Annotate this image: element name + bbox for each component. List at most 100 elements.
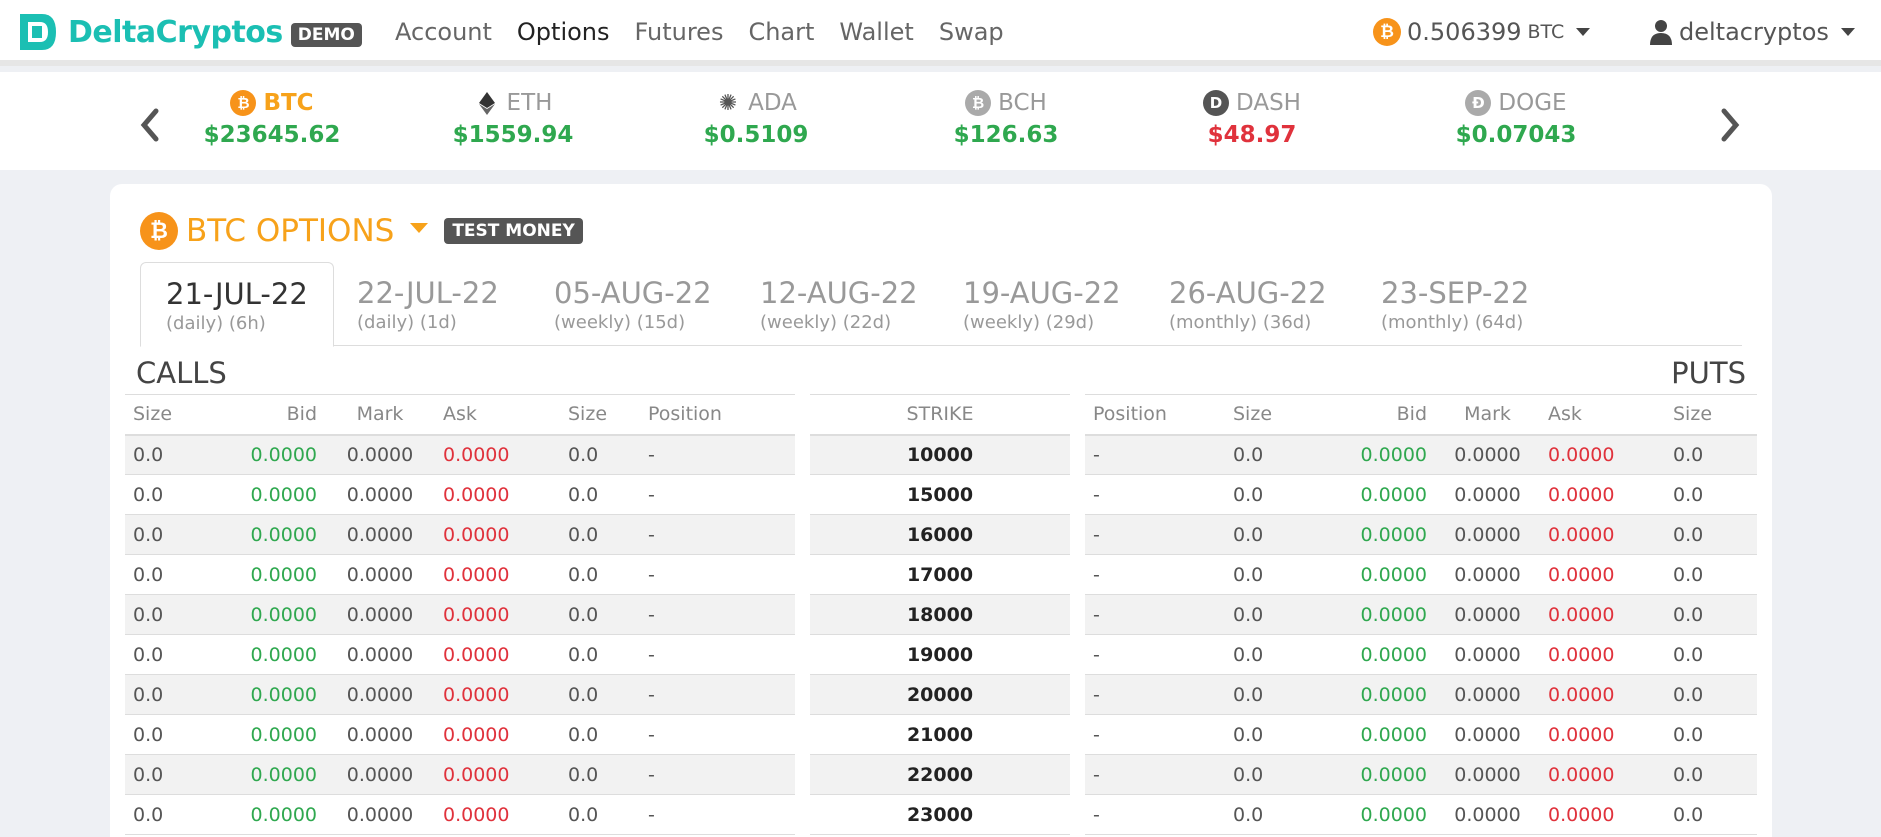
brand[interactable]: DeltaCryptos DEMO (18, 12, 362, 52)
call-bid[interactable]: 0.0000 (215, 554, 325, 595)
put-bid[interactable]: 0.0000 (1325, 794, 1435, 835)
put-ask[interactable]: 0.0000 (1540, 514, 1665, 555)
put-row[interactable]: -0.0 0.0000 0.0000 0.0000 0.0 (1085, 674, 1757, 715)
put-bid[interactable]: 0.0000 (1325, 634, 1435, 675)
call-bid[interactable]: 0.0000 (215, 714, 325, 755)
nav-wallet[interactable]: Wallet (839, 18, 913, 46)
put-ask[interactable]: 0.0000 (1540, 634, 1665, 675)
tab-expiry-19-aug-22[interactable]: 19-AUG-22 (weekly) (29d) (938, 262, 1146, 347)
call-row[interactable]: 0.0 0.0000 0.0000 0.0000 0.0- (125, 754, 795, 795)
nav-swap[interactable]: Swap (939, 18, 1004, 46)
put-bid[interactable]: 0.0000 (1325, 674, 1435, 715)
put-ask[interactable]: 0.0000 (1540, 674, 1665, 715)
tab-expiry-22-jul-22[interactable]: 22-JUL-22 (daily) (1d) (332, 262, 524, 347)
put-ask[interactable]: 0.0000 (1540, 554, 1665, 595)
put-ask[interactable]: 0.0000 (1540, 594, 1665, 635)
call-ask[interactable]: 0.0000 (435, 794, 560, 835)
ticker-item-btc[interactable]: ₿ BTC $23645.62 (202, 90, 342, 148)
call-size: 0.0 (560, 594, 640, 635)
call-bid[interactable]: 0.0000 (215, 634, 325, 675)
put-row[interactable]: -0.0 0.0000 0.0000 0.0000 0.0 (1085, 474, 1757, 515)
put-row[interactable]: -0.0 0.0000 0.0000 0.0000 0.0 (1085, 514, 1757, 555)
call-row[interactable]: 0.0 0.0000 0.0000 0.0000 0.0- (125, 434, 795, 475)
ticker-item-ada[interactable]: ✺ ADA $0.5109 (686, 90, 826, 148)
put-ask[interactable]: 0.0000 (1540, 754, 1665, 795)
balance-dropdown[interactable]: ₿ 0.506399 BTC (1373, 18, 1591, 46)
chevron-left-icon[interactable] (136, 107, 166, 143)
put-row[interactable]: -0.0 0.0000 0.0000 0.0000 0.0 (1085, 594, 1757, 635)
call-mark: 0.0000 (325, 514, 435, 555)
nav-account[interactable]: Account (395, 18, 492, 46)
call-ask[interactable]: 0.0000 (435, 674, 560, 715)
call-ask[interactable]: 0.0000 (435, 434, 560, 475)
options-title-dropdown[interactable]: ₿ BTC OPTIONS TEST MONEY (140, 212, 583, 250)
call-row[interactable]: 0.0 0.0000 0.0000 0.0000 0.0- (125, 674, 795, 715)
call-bid[interactable]: 0.0000 (215, 794, 325, 835)
put-bid[interactable]: 0.0000 (1325, 714, 1435, 755)
col-size: Size (125, 394, 215, 436)
test-money-badge: TEST MONEY (444, 218, 583, 244)
tab-expiry-12-aug-22[interactable]: 12-AUG-22 (weekly) (22d) (735, 262, 943, 347)
put-bid[interactable]: 0.0000 (1325, 514, 1435, 555)
nav-options[interactable]: Options (517, 18, 610, 46)
call-row[interactable]: 0.0 0.0000 0.0000 0.0000 0.0- (125, 514, 795, 555)
call-bid[interactable]: 0.0000 (215, 514, 325, 555)
put-row[interactable]: -0.0 0.0000 0.0000 0.0000 0.0 (1085, 554, 1757, 595)
nav-chart[interactable]: Chart (748, 18, 814, 46)
put-row[interactable]: -0.0 0.0000 0.0000 0.0000 0.0 (1085, 714, 1757, 755)
tab-expiry-05-aug-22[interactable]: 05-AUG-22 (weekly) (15d) (529, 262, 737, 347)
put-row[interactable]: -0.0 0.0000 0.0000 0.0000 0.0 (1085, 434, 1757, 475)
put-size: 0.0 (1225, 634, 1325, 675)
call-ask[interactable]: 0.0000 (435, 474, 560, 515)
call-ask[interactable]: 0.0000 (435, 594, 560, 635)
put-position: - (1085, 794, 1225, 835)
tab-expiry-26-aug-22[interactable]: 26-AUG-22 (monthly) (36d) (1144, 262, 1352, 347)
ticker-item-dash[interactable]: D DASH $48.97 (1182, 90, 1322, 148)
put-bid[interactable]: 0.0000 (1325, 594, 1435, 635)
call-ask[interactable]: 0.0000 (435, 514, 560, 555)
put-row[interactable]: -0.0 0.0000 0.0000 0.0000 0.0 (1085, 754, 1757, 795)
puts-table: Position Size Bid Mark Ask Size -0.0 0.00… (1085, 394, 1757, 835)
call-ask[interactable]: 0.0000 (435, 634, 560, 675)
put-ask[interactable]: 0.0000 (1540, 474, 1665, 515)
call-bid[interactable]: 0.0000 (215, 434, 325, 475)
call-position: - (640, 674, 795, 715)
call-bid[interactable]: 0.0000 (215, 594, 325, 635)
strike-table: STRIKE 10000 15000 16000 17000 18000 19000 200… (810, 394, 1070, 835)
put-ask[interactable]: 0.0000 (1540, 714, 1665, 755)
call-bid[interactable]: 0.0000 (215, 674, 325, 715)
call-row[interactable]: 0.0 0.0000 0.0000 0.0000 0.0- (125, 594, 795, 635)
put-ask[interactable]: 0.0000 (1540, 794, 1665, 835)
put-bid[interactable]: 0.0000 (1325, 434, 1435, 475)
call-row[interactable]: 0.0 0.0000 0.0000 0.0000 0.0- (125, 554, 795, 595)
call-ask[interactable]: 0.0000 (435, 714, 560, 755)
put-position: - (1085, 434, 1225, 475)
put-row[interactable]: -0.0 0.0000 0.0000 0.0000 0.0 (1085, 634, 1757, 675)
call-row[interactable]: 0.0 0.0000 0.0000 0.0000 0.0- (125, 474, 795, 515)
nav-futures[interactable]: Futures (635, 18, 724, 46)
put-row[interactable]: -0.0 0.0000 0.0000 0.0000 0.0 (1085, 794, 1757, 835)
call-row[interactable]: 0.0 0.0000 0.0000 0.0000 0.0- (125, 794, 795, 835)
col-ask: Ask (1540, 394, 1665, 436)
call-ask[interactable]: 0.0000 (435, 554, 560, 595)
put-bid[interactable]: 0.0000 (1325, 554, 1435, 595)
call-size: 0.0 (125, 554, 215, 595)
call-row[interactable]: 0.0 0.0000 0.0000 0.0000 0.0- (125, 714, 795, 755)
chevron-right-icon[interactable] (1714, 107, 1744, 143)
ticker-item-bch[interactable]: ₿ BCH $126.63 (936, 90, 1076, 148)
put-bid[interactable]: 0.0000 (1325, 474, 1435, 515)
put-bid[interactable]: 0.0000 (1325, 754, 1435, 795)
ticker-item-eth[interactable]: ETH $1559.94 (443, 90, 583, 148)
call-row[interactable]: 0.0 0.0000 0.0000 0.0000 0.0- (125, 634, 795, 675)
call-bid[interactable]: 0.0000 (215, 754, 325, 795)
call-bid[interactable]: 0.0000 (215, 474, 325, 515)
ticker-item-doge[interactable]: Ð DOGE $0.07043 (1446, 90, 1586, 148)
user-menu[interactable]: deltacryptos (1650, 18, 1855, 46)
call-ask[interactable]: 0.0000 (435, 754, 560, 795)
tab-expiry-21-jul-22[interactable]: 21-JUL-22 (daily) (6h) (140, 262, 334, 347)
put-position: - (1085, 714, 1225, 755)
tab-expiry-23-sep-22[interactable]: 23-SEP-22 (monthly) (64d) (1356, 262, 1554, 347)
call-size: 0.0 (560, 674, 640, 715)
put-position: - (1085, 754, 1225, 795)
put-ask[interactable]: 0.0000 (1540, 434, 1665, 475)
